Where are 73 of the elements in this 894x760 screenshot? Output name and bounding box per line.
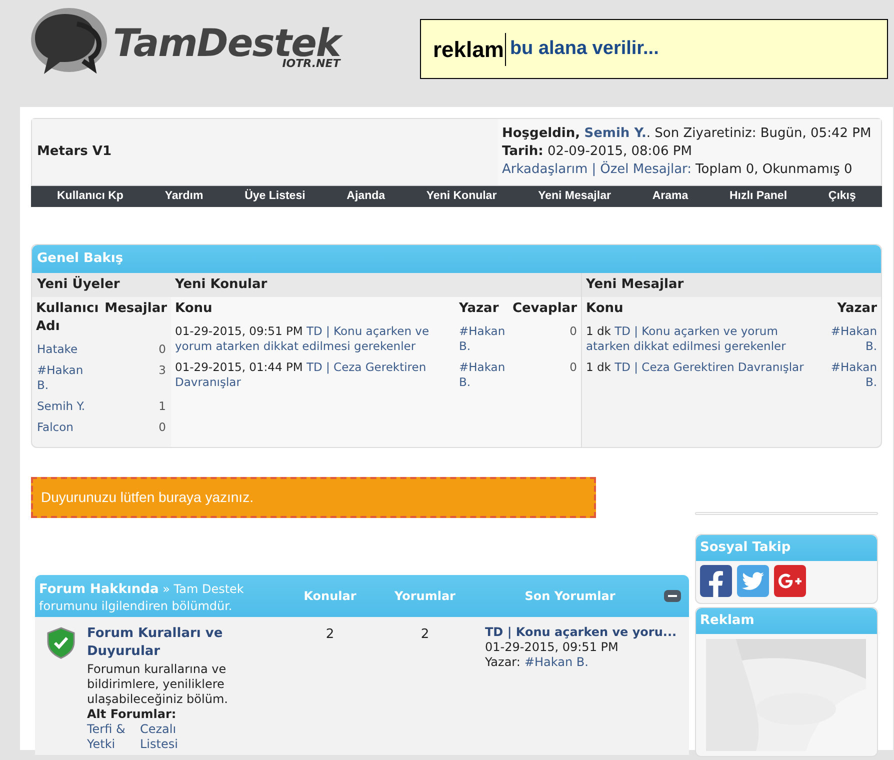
column-heading: Yeni Konular xyxy=(171,273,581,297)
logo-domain: IOTR.NET xyxy=(282,58,340,68)
nav-link[interactable]: Kullanıcı Kp xyxy=(57,188,124,206)
post-count: 0 xyxy=(158,420,166,435)
nav-link[interactable]: Yardım xyxy=(164,188,204,206)
table-header: Konu xyxy=(586,300,624,318)
shield-check-icon xyxy=(46,627,76,659)
ad-banner-bold: reklam xyxy=(433,32,506,66)
post-count: 2 xyxy=(420,626,430,644)
reply-count: 0 xyxy=(570,360,577,376)
nav-link[interactable]: Üye Listesi xyxy=(244,188,306,206)
table-header: Yazar xyxy=(459,300,500,318)
social-header: Sosyal Takip xyxy=(696,535,877,561)
twitter-icon[interactable] xyxy=(737,565,769,597)
ad-banner-text: bu alana verilir... xyxy=(510,36,659,61)
nav-link[interactable]: Yeni Mesajlar xyxy=(538,188,611,206)
column-heading: Yeni Üyeler xyxy=(32,273,171,297)
subforum-link[interactable]: Terfi & Yetki xyxy=(87,722,131,752)
table-header: Yazar xyxy=(837,300,877,318)
nav-link[interactable]: Arama xyxy=(652,188,688,206)
facebook-icon[interactable] xyxy=(700,565,732,597)
author-label: Yazar: xyxy=(485,655,520,670)
last-post-time: 01-29-2015, 09:51 PM xyxy=(485,640,620,655)
reply-count: 0 xyxy=(570,324,577,340)
table-header: Cevaplar xyxy=(512,300,577,318)
author-link[interactable]: #Hakan B. xyxy=(459,360,509,390)
post-count: 0 xyxy=(158,342,166,357)
nav-link[interactable]: Çıkış xyxy=(828,188,856,206)
topic-entry: 01-29-2015, 01:44 PM TD | Ceza Gerektiren Davranışlar xyxy=(175,360,428,390)
post-count: 3 xyxy=(158,363,166,379)
messages-link[interactable]: Özel Mesajlar: xyxy=(600,161,692,179)
category-heading: Forum Hakkında » Tam Destek forumunu ilgilendiren bölümdür. xyxy=(38,580,245,614)
user-link[interactable]: Semih Y. xyxy=(584,126,646,141)
welcome-line: Hoşgeldin, Semih Y.. Son Ziyaretiniz: Bugün, 05:42 PM xyxy=(502,125,872,143)
ad-banner[interactable]: reklam bu alana verilir... xyxy=(420,19,888,79)
nav-link[interactable]: Ajanda xyxy=(346,188,386,206)
date-line: Tarih: 02-09-2015, 08:06 PM xyxy=(502,143,693,161)
column-header: Yorumlar xyxy=(394,588,456,605)
subforums-label: Alt Forumlar: xyxy=(87,707,178,722)
member-link[interactable]: Semih Y. xyxy=(37,399,87,414)
subforum-link[interactable]: Cezalı Listesi xyxy=(140,722,184,752)
google-plus-icon[interactable] xyxy=(774,565,806,597)
last-post-link[interactable]: TD | Konu açarken ve yoru... xyxy=(485,625,689,640)
author-link[interactable]: #Hakan B. xyxy=(459,324,509,354)
friends-link[interactable]: Arkadaşlarım xyxy=(502,161,588,179)
messages-status: Toplam 0, Okunmamış 0 xyxy=(696,161,852,179)
post-entry: 1 dk TD | Ceza Gerektiren Davranışlar xyxy=(586,360,805,376)
post-entry: 1 dk TD | Konu açarken ve yorum atarken dikkat edilmesi gerekenler xyxy=(586,324,787,354)
overview-header: Genel Bakış xyxy=(32,245,881,273)
author-link[interactable]: #Hakan B. xyxy=(524,655,588,670)
column-header: Konular xyxy=(302,588,358,605)
author-link[interactable]: #Hakan B. xyxy=(829,324,877,354)
column-header: Son Yorumlar xyxy=(524,588,616,605)
topic-entry: 01-29-2015, 09:51 PM TD | Konu açarken ve yorum atarken dikkat edilmesi gerekenler xyxy=(175,324,430,354)
ad-header: Reklam xyxy=(696,608,877,634)
topic-count: 2 xyxy=(324,626,336,644)
author-link[interactable]: #Hakan B. xyxy=(829,360,877,390)
member-link[interactable]: Falcon xyxy=(37,420,87,435)
announcement-banner: Duyurunuzu lütfen buraya yazınız. xyxy=(31,477,596,518)
nav-link[interactable]: Yeni Konular xyxy=(426,188,497,206)
member-link[interactable]: #Hakan B. xyxy=(37,363,87,393)
site-title: Metars V1 xyxy=(37,143,112,162)
forum-description: Forumun kurallarına ve bildirimlere, yeniliklere ulaşabileceğiniz bölüm. xyxy=(87,662,229,707)
nav-link[interactable]: Hızlı Panel xyxy=(730,188,788,206)
forum-title-link[interactable]: Forum Kuralları ve Duyurular xyxy=(87,625,237,661)
post-count: 1 xyxy=(158,399,166,414)
member-link[interactable]: Hatake xyxy=(37,342,87,357)
column-heading: Yeni Mesajlar xyxy=(582,273,881,297)
collapse-icon[interactable] xyxy=(664,590,681,602)
table-header: Konu xyxy=(175,300,214,318)
separator: | xyxy=(592,161,596,179)
table-header: Kullanıcı Adı xyxy=(36,300,100,336)
table-header: Mesajlar xyxy=(104,300,167,318)
